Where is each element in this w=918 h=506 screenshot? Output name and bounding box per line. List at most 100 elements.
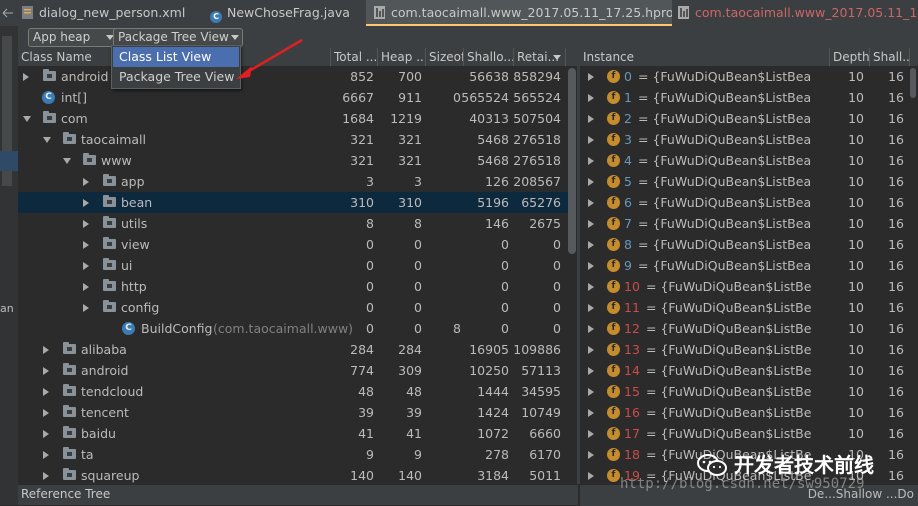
instance-row[interactable]: f 14 = {FuWuDiQuBean$ListBean$ 10 16 bbox=[580, 360, 910, 381]
tab-dialog-new-person[interactable]: dialog_new_person.xml bbox=[22, 0, 202, 26]
expand-arrow-icon[interactable] bbox=[83, 304, 89, 312]
expand-arrow-icon[interactable] bbox=[83, 283, 89, 291]
instance-shallow: 16 bbox=[888, 321, 904, 336]
col-retained-size[interactable]: Retai... bbox=[514, 48, 566, 66]
col-shallow-size[interactable]: Shallo... bbox=[464, 48, 514, 66]
tree-row[interactable]: taocaimall 321 321 5468 276518 bbox=[18, 129, 568, 150]
instance-row[interactable]: f 13 = {FuWuDiQuBean$ListBean$ 10 16 bbox=[580, 339, 910, 360]
instance-row[interactable]: f0 = {FuWuDiQuBean$ListBean@ 10 16 bbox=[580, 66, 910, 87]
expand-arrow-icon[interactable] bbox=[588, 73, 594, 81]
expand-arrow-icon[interactable] bbox=[588, 430, 594, 438]
instance-row[interactable]: f 11 = {FuWuDiQuBean$ListBean$ 10 16 bbox=[580, 297, 910, 318]
instance-row[interactable]: f 17 = {FuWuDiQuBean$ListBean$ 10 16 bbox=[580, 423, 910, 444]
expand-arrow-icon[interactable] bbox=[588, 409, 594, 417]
instance-row[interactable]: f 15 = {FuWuDiQuBean$ListBean$ 10 16 bbox=[580, 381, 910, 402]
tree-row[interactable]: ta 9 9 278 6170 bbox=[18, 444, 568, 465]
tab-newchosefrag[interactable]: C NewChoseFrag.java bbox=[210, 0, 360, 26]
expand-arrow-icon[interactable] bbox=[588, 94, 594, 102]
collapse-arrow-icon[interactable] bbox=[63, 158, 71, 164]
popup-item-class-list-view[interactable]: Class List View bbox=[113, 47, 239, 67]
col-instance[interactable]: Instance bbox=[580, 48, 830, 66]
tree-row[interactable]: tencent 39 39 1424 10749 bbox=[18, 402, 568, 423]
tree-row[interactable]: app 3 3 126 208567 bbox=[18, 171, 568, 192]
expand-arrow-icon[interactable] bbox=[588, 388, 594, 396]
collapse-arrow-icon[interactable] bbox=[23, 116, 31, 122]
tree-row[interactable]: android 774 309 10250 57113 bbox=[18, 360, 568, 381]
col-total-count[interactable]: Total ... bbox=[331, 48, 378, 66]
instance-shallow: 16 bbox=[888, 216, 904, 231]
instance-row[interactable]: f7 = {FuWuDiQuBean$ListBean$(10 16 bbox=[580, 213, 910, 234]
instance-row[interactable]: f9 = {FuWuDiQuBean$ListBean$(10 16 bbox=[580, 255, 910, 276]
expand-arrow-icon[interactable] bbox=[588, 262, 594, 270]
heap-count: 700 bbox=[398, 69, 422, 84]
expand-arrow-icon[interactable] bbox=[588, 157, 594, 165]
heap-select[interactable]: App heap bbox=[28, 28, 118, 47]
tree-row[interactable]: http 0 0 0 0 bbox=[18, 276, 568, 297]
instance-row[interactable]: f5 = {FuWuDiQuBean$ListBean$(10 16 bbox=[580, 171, 910, 192]
instance-row[interactable]: f4 = {FuWuDiQuBean$ListBean$(10 16 bbox=[580, 150, 910, 171]
expand-arrow-icon[interactable] bbox=[83, 241, 89, 249]
col-heap-count[interactable]: Heap ... bbox=[378, 48, 426, 66]
expand-arrow-icon[interactable] bbox=[43, 346, 49, 354]
instance-row[interactable]: f 10 = {FuWuDiQuBean$ListBean$ 10 16 bbox=[580, 276, 910, 297]
expand-arrow-icon[interactable] bbox=[588, 472, 594, 480]
instance-row[interactable]: f8 = {FuWuDiQuBean$ListBean$(10 16 bbox=[580, 234, 910, 255]
tree-row[interactable]: config 0 0 0 0 bbox=[18, 297, 568, 318]
expand-arrow-icon[interactable] bbox=[83, 178, 89, 186]
tree-row[interactable]: Cint[] 6667 911 0 565524 565524 bbox=[18, 87, 568, 108]
expand-arrow-icon[interactable] bbox=[43, 388, 49, 396]
expand-arrow-icon[interactable] bbox=[43, 367, 49, 375]
expand-arrow-icon[interactable] bbox=[588, 199, 594, 207]
instance-list-scrollbar[interactable] bbox=[910, 68, 916, 98]
popup-item-package-tree-view[interactable]: Package Tree View bbox=[113, 67, 239, 87]
expand-arrow-icon[interactable] bbox=[83, 262, 89, 270]
instance-row[interactable]: f 12 = {FuWuDiQuBean$ListBean$ 10 16 bbox=[580, 318, 910, 339]
instance-row[interactable]: f3 = {FuWuDiQuBean$ListBean@ 10 16 bbox=[580, 129, 910, 150]
class-tree-scrollbar[interactable] bbox=[568, 68, 576, 254]
instance-row[interactable]: f1 = {FuWuDiQuBean$ListBean$(10 16 bbox=[580, 87, 910, 108]
collapse-arrow-icon[interactable] bbox=[43, 137, 51, 143]
expand-arrow-icon[interactable] bbox=[588, 178, 594, 186]
col-shallow[interactable]: Shall... bbox=[870, 48, 910, 66]
expand-arrow-icon[interactable] bbox=[588, 241, 594, 249]
expand-arrow-icon[interactable] bbox=[588, 115, 594, 123]
tree-row[interactable]: view 0 0 0 0 bbox=[18, 234, 568, 255]
tree-row[interactable]: squareup 140 140 3184 5011 bbox=[18, 465, 568, 484]
split-pane-divider[interactable] bbox=[577, 48, 580, 484]
tree-row[interactable]: com 1684 1219 40313 507504 bbox=[18, 108, 568, 129]
tab-overflow-icon[interactable] bbox=[2, 0, 16, 26]
expand-arrow-icon[interactable] bbox=[43, 472, 49, 480]
tab-hprof-17-25[interactable]: com.taocaimall.www_2017.05.11_17.25.hpro… bbox=[366, 0, 672, 26]
expand-arrow-icon[interactable] bbox=[588, 283, 594, 291]
class-icon: C bbox=[42, 91, 55, 104]
tree-row[interactable]: ui 0 0 0 0 bbox=[18, 255, 568, 276]
expand-arrow-icon[interactable] bbox=[588, 451, 594, 459]
col-sizeof[interactable]: Sizeof bbox=[426, 48, 464, 66]
expand-arrow-icon[interactable] bbox=[43, 451, 49, 459]
expand-arrow-icon[interactable] bbox=[43, 409, 49, 417]
tree-row[interactable]: baidu 41 41 1072 6660 bbox=[18, 423, 568, 444]
instance-row[interactable]: f2 = {FuWuDiQuBean$ListBean$(10 16 bbox=[580, 108, 910, 129]
expand-arrow-icon[interactable] bbox=[43, 430, 49, 438]
col-depth[interactable]: Depth bbox=[830, 48, 870, 66]
expand-arrow-icon[interactable] bbox=[588, 367, 594, 375]
tree-row[interactable]: bean 310 310 5196 65276 bbox=[18, 192, 568, 213]
expand-arrow-icon[interactable] bbox=[588, 304, 594, 312]
instance-value: = {FuWuDiQuBean$ListBean$( bbox=[638, 111, 811, 126]
instance-row[interactable]: f 16 = {FuWuDiQuBean$ListBean$ 10 16 bbox=[580, 402, 910, 423]
tree-row[interactable]: tendcloud 48 48 1444 34595 bbox=[18, 381, 568, 402]
tab-hprof-17-30[interactable]: com.taocaimall.www_2017.05.11_17.30 bbox=[678, 0, 918, 26]
tree-row[interactable]: alibaba 284 284 16905 109886 bbox=[18, 339, 568, 360]
expand-arrow-icon[interactable] bbox=[83, 199, 89, 207]
instance-row[interactable]: f6 = {FuWuDiQuBean$ListBean$(10 16 bbox=[580, 192, 910, 213]
expand-arrow-icon[interactable] bbox=[588, 136, 594, 144]
tree-row[interactable]: utils 8 8 146 2675 bbox=[18, 213, 568, 234]
expand-arrow-icon[interactable] bbox=[588, 325, 594, 333]
tree-row[interactable]: www 321 321 5468 276518 bbox=[18, 150, 568, 171]
expand-arrow-icon[interactable] bbox=[83, 220, 89, 228]
instance-shallow: 16 bbox=[888, 69, 904, 84]
expand-arrow-icon[interactable] bbox=[23, 73, 29, 81]
expand-arrow-icon[interactable] bbox=[588, 220, 594, 228]
expand-arrow-icon[interactable] bbox=[588, 346, 594, 354]
tree-row[interactable]: C BuildConfig (com.taocaimall.www) 0 0 8 0 0 bbox=[18, 318, 568, 339]
